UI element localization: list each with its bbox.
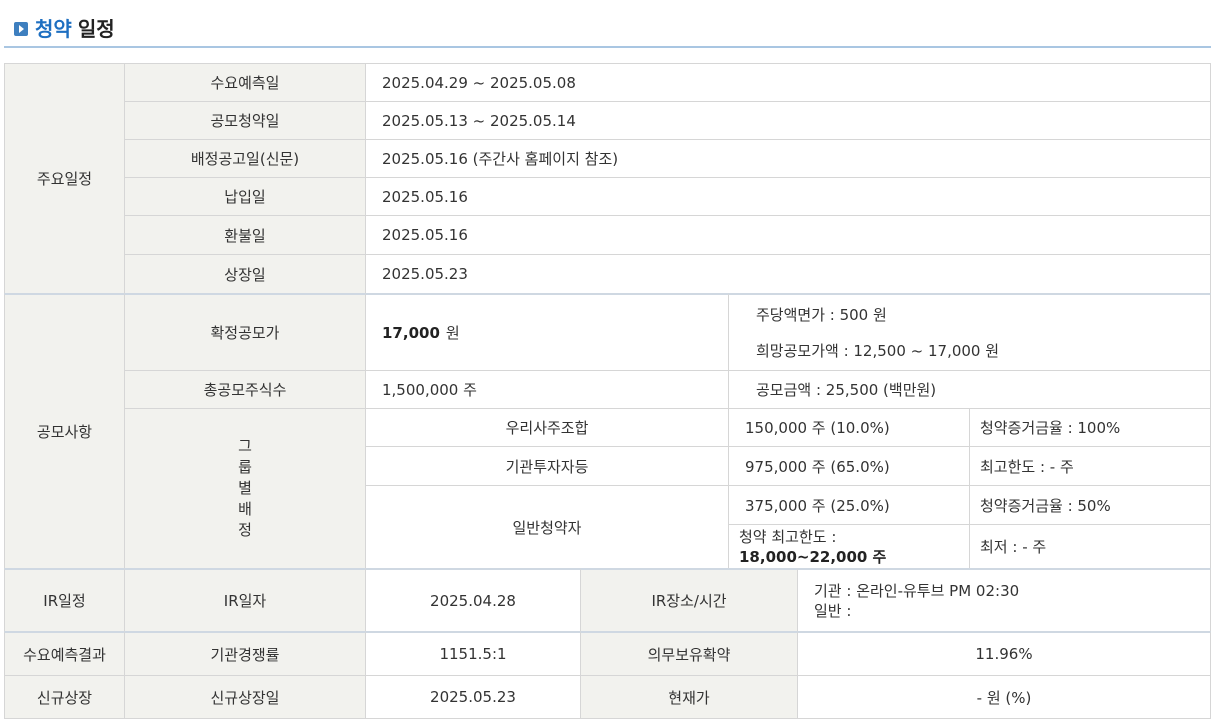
price-info-cell: 주당액면가 : 500 원 희망공모가액 : 12,500 ~ 17,000 원: [728, 293, 1211, 371]
ir-place-line1: 기관 : 온라인-유투브 PM 02:30: [814, 581, 1020, 600]
confirmed-price-cell: 17,000 원: [365, 293, 729, 371]
retail-limit-label: 청약 최고한도 :: [739, 527, 837, 546]
face-value: 주당액면가 : 500 원: [756, 305, 887, 324]
total-shares-value: 1,500,000 주: [365, 370, 729, 409]
competition-value: 1151.5:1: [365, 631, 581, 676]
schedule-section-label: 주요일정: [4, 63, 125, 294]
schedule-value-refund: 2025.05.16: [365, 215, 1211, 255]
offering-amount: 공모금액 : 25,500 (백만원): [728, 370, 1211, 409]
demand-section-label: 수요예측결과: [4, 631, 125, 676]
current-price-label: 현재가: [580, 675, 798, 719]
bullet-arrow-icon: [14, 22, 28, 36]
schedule-label-allotment: 배정공고일(신문): [124, 139, 366, 178]
header-title-suffix: 일정: [77, 16, 115, 41]
ir-date-label: IR일자: [124, 568, 366, 632]
group-allotment-label: 그 룹 별 배 정: [124, 408, 366, 569]
group-name-employee: 우리사주조합: [365, 408, 729, 447]
listing-date-value: 2025.05.23: [365, 675, 581, 719]
schedule-label-refund: 환불일: [124, 215, 366, 255]
header-divider: [4, 46, 1211, 48]
ir-place-line2: 일반 :: [814, 601, 852, 620]
retail-limit-cell: 청약 최고한도 : 18,000~22,000 주: [728, 524, 970, 569]
offering-section-label: 공모사항: [4, 293, 125, 569]
group-shares-employee: 150,000 주 (10.0%): [728, 408, 970, 447]
group-note-retail: 청약증거금율 : 50%: [969, 485, 1211, 525]
total-shares-label: 총공모주식수: [124, 370, 366, 409]
competition-label: 기관경쟁률: [124, 631, 366, 676]
current-price-value: - 원 (%): [797, 675, 1211, 719]
schedule-label-subscription: 공모청약일: [124, 101, 366, 140]
listing-date-label: 신규상장일: [124, 675, 366, 719]
retail-min-note: 최저 : - 주: [969, 524, 1211, 569]
ir-date-value: 2025.04.28: [365, 568, 581, 632]
group-shares-retail: 375,000 주 (25.0%): [728, 485, 970, 525]
group-note-institution: 최고한도 : - 주: [969, 446, 1211, 486]
ir-section-label: IR일정: [4, 568, 125, 632]
schedule-label-demand: 수요예측일: [124, 63, 366, 102]
confirmed-price-label: 확정공모가: [124, 293, 366, 371]
group-note-employee: 청약증거금율 : 100%: [969, 408, 1211, 447]
schedule-value-listing: 2025.05.23: [365, 254, 1211, 294]
section-header: 청약 일정: [14, 12, 115, 42]
hope-price: 희망공모가액 : 12,500 ~ 17,000 원: [756, 341, 1000, 360]
retail-limit-value: 18,000~22,000 주: [739, 547, 887, 566]
group-name-retail: 일반청약자: [365, 485, 729, 569]
confirmed-price-value: 17,000: [382, 323, 440, 342]
lockup-value: 11.96%: [797, 631, 1211, 676]
ir-place-label: IR장소/시간: [580, 568, 798, 632]
schedule-value-payment: 2025.05.16: [365, 177, 1211, 216]
ir-place-cell: 기관 : 온라인-유투브 PM 02:30 일반 :: [797, 568, 1211, 632]
schedule-value-allotment: 2025.05.16 (주간사 홈페이지 참조): [365, 139, 1211, 178]
schedule-label-listing: 상장일: [124, 254, 366, 294]
schedule-value-subscription: 2025.05.13 ~ 2025.05.14: [365, 101, 1211, 140]
confirmed-price-unit: 원: [445, 324, 460, 342]
listing-section-label: 신규상장: [4, 675, 125, 719]
group-shares-institution: 975,000 주 (65.0%): [728, 446, 970, 486]
header-title-prefix: 청약: [35, 16, 72, 41]
group-name-institution: 기관투자자등: [365, 446, 729, 486]
schedule-value-demand: 2025.04.29 ~ 2025.05.08: [365, 63, 1211, 102]
lockup-label: 의무보유확약: [580, 631, 798, 676]
schedule-label-payment: 납입일: [124, 177, 366, 216]
